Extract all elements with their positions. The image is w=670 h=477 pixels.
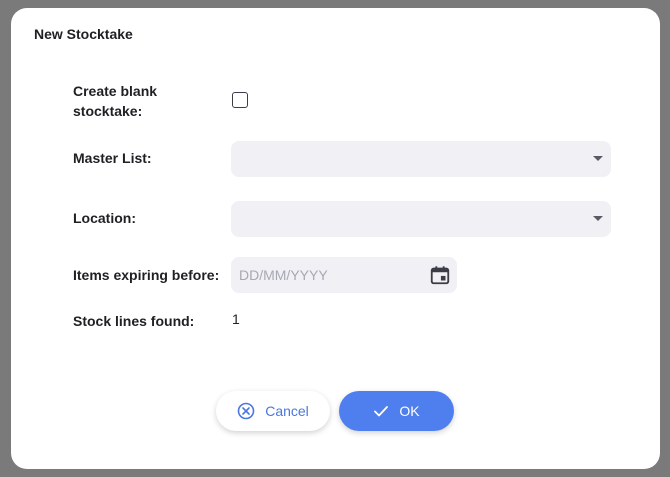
expiry-label: Items expiring before: [73,267,220,283]
check-icon [374,406,389,417]
master-list-select[interactable] [231,141,611,177]
location-select[interactable] [231,201,611,237]
stock-lines-label: Stock lines found: [73,313,195,329]
create-blank-checkbox[interactable] [232,92,248,108]
chevron-down-icon [593,156,603,161]
stock-lines-value: 1 [232,311,240,327]
create-blank-label: Create blank stocktake: [73,83,158,119]
dialog-title: New Stocktake [34,26,133,42]
expiry-date-field [231,257,457,293]
new-stocktake-dialog: New Stocktake Create blank stocktake: Ma… [11,8,660,469]
master-list-label: Master List: [73,150,152,166]
ok-button[interactable]: OK [339,391,454,431]
calendar-icon[interactable] [429,264,451,286]
cancel-circle-icon [237,402,255,420]
ok-button-label: OK [399,403,420,419]
location-label: Location: [73,210,136,226]
expiry-date-input[interactable] [231,257,421,293]
cancel-button[interactable]: Cancel [216,391,330,431]
chevron-down-icon [593,216,603,221]
cancel-button-label: Cancel [265,403,309,419]
